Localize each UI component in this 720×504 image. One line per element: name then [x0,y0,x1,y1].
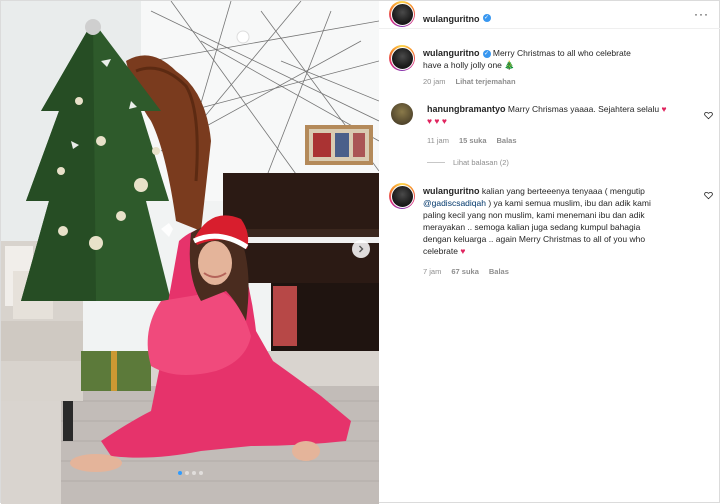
chevron-right-icon [359,245,364,253]
heart-emoji-icon: ♥ [661,104,667,114]
post-photo-pane [1,1,379,504]
mention-link[interactable]: @gadiscsadiqah [423,198,486,208]
post-dialog: wulanguritno ✓ ··· wulanguritno ✓ Merry Ch… [0,0,720,504]
verified-badge-icon: ✓ [482,13,491,22]
comment-line: paling kecil yang non muslim, kami menem… [423,210,645,220]
carousel-dot-active [177,471,182,475]
commenter-avatar[interactable] [391,103,413,125]
hearts-emoji: ♥ ♥ ♥ [427,116,447,126]
translate-link[interactable]: Lihat terjemahan [456,77,516,86]
carousel-dots [1,471,379,475]
comment-text: hanungbramantyo Marry Chrismas yaaaa. Se… [427,103,697,127]
caption-avatar[interactable] [389,45,415,71]
post-photo [1,1,379,504]
comment-line: merayakan .. semoga kalian juga sedang k… [423,222,641,232]
like-heart-icon[interactable] [704,191,713,200]
caption-row: wulanguritno ✓ Merry Christmas to all who… [379,41,720,91]
heart-emoji-icon: ♥ [460,246,466,256]
comment-item: wulanguritno kalian yang berteeenya teny… [379,183,720,283]
comment-meta: 7 jam 67 suka Balas [423,267,509,276]
carousel-next-button[interactable] [352,240,370,258]
commenter-avatar[interactable] [389,183,415,209]
carousel-dot [191,471,196,475]
comment-likes[interactable]: 15 suka [459,136,487,145]
comment-username[interactable]: wulanguritno [423,186,480,196]
replies-divider [427,162,445,163]
like-heart-icon[interactable] [704,111,713,120]
comment-line: ) ya kami semua muslim, ibu dan adik kam… [488,198,651,208]
comment-meta: 11 jam 15 suka Balas [427,136,517,145]
comment-line: celebrate [423,246,458,256]
header-username[interactable]: wulanguritno [423,14,480,24]
caption-time[interactable]: 20 jam [423,77,446,86]
caption-line2: have a holly jolly one 🎄 [423,60,515,70]
caption-username[interactable]: wulanguritno [423,48,480,58]
comment-text: wulanguritno kalian yang berteeenya teny… [423,185,708,257]
comment-time[interactable]: 11 jam [427,136,449,145]
comment-item: hanungbramantyo Marry Chrismas yaaaa. Se… [379,101,720,179]
view-replies-label: Lihat balasan (2) [453,158,509,167]
caption-meta: 20 jam Lihat terjemahan [423,77,516,86]
caption-text: wulanguritno ✓ Merry Christmas to all who… [423,47,713,71]
caption-line1: Merry Christmas to all who celebrate [492,48,631,58]
post-header: wulanguritno ✓ ··· [379,1,720,29]
more-horizontal-icon[interactable]: ··· [694,7,709,21]
comment-time[interactable]: 7 jam [423,267,441,276]
comments-panel: wulanguritno ✓ ··· wulanguritno ✓ Merry Ch… [379,1,720,504]
carousel-dot [198,471,203,475]
reply-button[interactable]: Balas [497,136,517,145]
reply-button[interactable]: Balas [489,267,509,276]
view-replies-button[interactable]: Lihat balasan (2) [427,158,509,167]
comment-username[interactable]: hanungbramantyo [427,104,506,114]
comment-line: dengan keluarga .. again Merry Christmas… [423,234,646,244]
verified-badge-icon: ✓ [482,49,491,58]
comment-likes[interactable]: 67 suka [451,267,479,276]
carousel-dot [184,471,189,475]
comment-line1: Marry Chrismas yaaaa. Sejahtera selalu [507,104,660,114]
comment-line: kalian yang berteeenya tenyaaa ( menguti… [481,186,645,196]
author-avatar[interactable] [389,1,415,27]
